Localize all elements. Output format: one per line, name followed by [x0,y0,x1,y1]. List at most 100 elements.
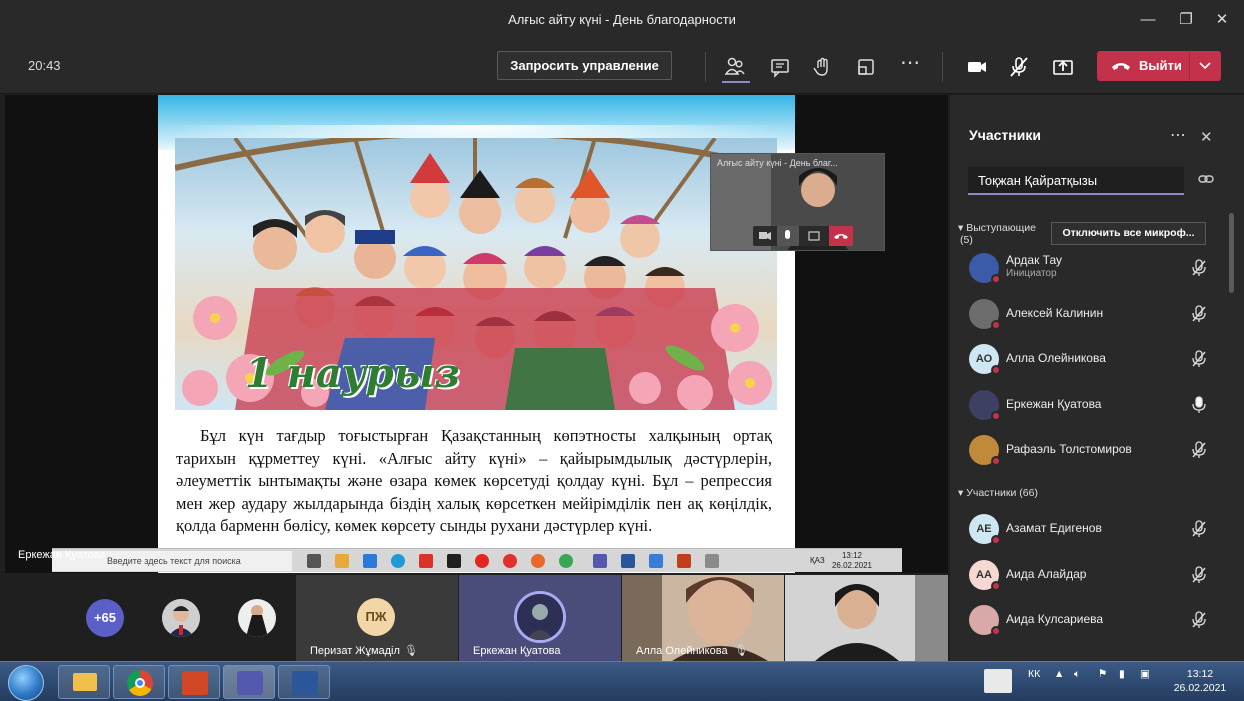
show-hidden-icons[interactable]: ▲ [1054,668,1064,680]
camera-icon[interactable] [964,54,990,80]
word-icon [292,671,318,695]
participant-row[interactable]: АО Алла Олейникова [950,338,1230,380]
participant-row[interactable]: Алексей Калинин [950,293,1230,335]
taskbar-chrome[interactable] [113,665,165,699]
word-icon [621,554,635,568]
panel-more-icon[interactable]: ⋯ [1170,125,1186,145]
slide-banner-text: 1 наурыз [245,350,460,397]
keyboard-language[interactable]: КК [1028,668,1040,680]
folder-icon [73,673,97,691]
share-screen-icon[interactable] [1050,54,1076,80]
presenter-name-label: Еркежан Қуатова [18,549,106,561]
power-icon[interactable]: ▮ [1119,668,1125,680]
video-tile[interactable]: ПЖ Перизат Жұмаділ 🎙︎ [296,575,458,661]
volume-icon[interactable]: 🔈︎ [1074,668,1080,681]
teams-icon [593,554,607,568]
share-link-icon[interactable] [1198,173,1214,185]
mic-muted-icon[interactable] [1191,350,1207,373]
participant-row[interactable]: АЕ Азамат Едигенов [950,508,1230,550]
participant-avatar: АА [969,559,1001,591]
paint-icon [705,554,719,568]
participant-role: Инициатор [1006,268,1057,279]
window-title-bar: Алғыс айту күні - День благодарности — ❐… [0,0,1244,40]
more-options-icon[interactable]: ⋯ [897,50,923,76]
video-tile-active-speaker[interactable]: Еркежан Қуатова [459,575,621,661]
app-icon [531,554,545,568]
meeting-timer: 20:43 [28,58,61,73]
participant-row[interactable]: Рафаэль Толстомиров [950,429,1230,471]
system-clock[interactable]: 13:12 26.02.2021 [1168,667,1232,695]
pip-controls [753,226,853,246]
mic-muted-icon[interactable] [1191,520,1207,543]
participant-search-input[interactable]: Тоқжан Қайратқызы [968,167,1184,195]
presentation-slide: 1 наурыз Бұл күн тағдыр тоғыстырған Қаза… [158,95,795,573]
mute-all-button[interactable]: Отключить все микроф... [1051,222,1206,245]
taskbar-word[interactable] [278,665,330,699]
window-title: Алғыс айту күні - День благодарности [508,12,736,27]
self-video-tile[interactable] [785,575,948,661]
tile-name: Перизат Жұмаділ [310,645,400,657]
leave-button[interactable]: Выйти [1097,51,1221,81]
edge-icon [391,554,405,568]
participant-row[interactable]: Аида Кулсариева [950,599,1230,641]
participant-name: Алла Олейникова [1006,351,1106,365]
tile-avatar-active [514,591,566,643]
toolbar-divider [942,52,943,82]
participant-avatar[interactable] [238,599,276,637]
action-center-flag-icon[interactable]: ⚑ [1098,668,1107,680]
presenters-section-label: Выступающие [966,222,1036,234]
pen-input-icon[interactable] [984,669,1012,693]
mic-muted-icon[interactable] [1191,304,1207,328]
taskbar-explorer[interactable] [58,665,110,699]
participant-avatar: АЕ [969,514,1001,545]
participants-active-indicator [722,81,750,83]
tile-name: Алла Олейникова [636,645,728,657]
video-tile[interactable]: Алла Олейникова 🎙︎ [622,575,784,661]
raise-hand-icon[interactable] [810,54,836,80]
taskbar-teams[interactable] [223,665,275,699]
person-avatar-photo [238,599,276,637]
participants-icon[interactable] [722,54,748,80]
mic-on-icon[interactable] [1191,395,1207,419]
participant-row[interactable]: Еркежан Қуатова [950,384,1230,426]
tile-name: Еркежан Қуатова [473,645,561,657]
participant-avatar[interactable] [162,599,200,637]
presenters-section-toggle[interactable]: ▾ Выступающие (5) [958,222,1036,246]
presence-status-icon [991,365,1001,375]
participant-avatar: АО [969,344,1001,375]
request-control-button[interactable]: Запросить управление [497,51,672,80]
dropbox-icon [447,554,461,568]
mic-muted-icon[interactable] [1191,441,1207,464]
mic-muted-icon: 🎙︎ [734,645,748,657]
mic-muted-icon[interactable] [1191,611,1207,634]
panel-close-icon[interactable]: ✕ [1200,128,1213,146]
panel-scrollbar[interactable] [1229,213,1234,293]
maximize-icon[interactable]: ❐ [1172,8,1200,32]
minimize-icon[interactable]: — [1134,8,1162,32]
start-button[interactable] [8,665,44,701]
participant-name: Рафаэль Толстомиров [1006,442,1132,456]
participant-name: Еркежан Қуатова [1006,396,1102,411]
participant-row[interactable]: Ардак Тау Инициатор [950,247,1230,289]
pip-caption: Алғыс айту күні - День благ... [717,158,838,168]
taskbar-powerpoint[interactable] [168,665,220,699]
shared-time: 13:12 [841,551,862,560]
network-icon[interactable]: ▣ [1140,668,1150,680]
participant-row[interactable]: АА Аида Алайдар [950,554,1230,596]
participant-name: Азамат Едигенов [1006,521,1102,535]
meeting-toolbar: 20:43 Запросить управление ⋯ Выйти [0,40,1244,94]
slide-body-text: Бұл күн тағдыр тоғыстырған Қазақстанның … [176,426,772,535]
tile-initials-avatar: ПЖ [357,598,395,636]
chat-icon[interactable] [767,54,793,80]
microphone-muted-icon[interactable] [1006,54,1032,80]
chevron-down-icon[interactable] [1199,62,1211,70]
yandex-icon [419,554,433,568]
overflow-participants-badge[interactable]: +65 [86,599,124,637]
mic-muted-icon[interactable] [1191,565,1207,589]
close-window-icon[interactable]: ✕ [1208,8,1236,32]
mic-muted-icon[interactable] [1191,259,1207,282]
shared-screen-taskbar: Введите здесь текст для поиска ҚАЗ 13:12… [52,548,902,572]
attendees-section-toggle[interactable]: ▾ Участники (66) [958,487,1038,499]
breakout-rooms-icon[interactable] [853,54,879,80]
presenter-video-pip[interactable]: Алғыс айту күні - День благ... [710,153,885,251]
